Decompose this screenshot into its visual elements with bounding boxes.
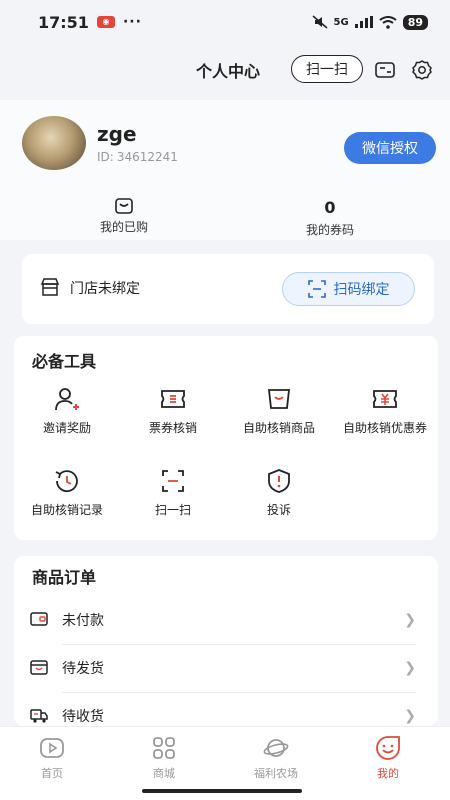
user-id: ID: 34612241	[97, 150, 178, 164]
tab-label: 商城	[153, 767, 175, 780]
avatar[interactable]	[22, 116, 86, 170]
tool-ticket-redeem[interactable]: 票券核销	[120, 386, 226, 436]
purchases-icon	[115, 198, 133, 214]
home-indicator[interactable]	[142, 789, 302, 793]
grid-icon	[153, 737, 175, 759]
battery-level: 89	[402, 14, 428, 30]
tab-welfare-farm[interactable]: 福利农场	[236, 735, 316, 781]
my-coupons-label: 我的券码	[305, 223, 354, 237]
my-coupons-count: 0	[324, 198, 336, 217]
tool-label: 邀请奖励	[42, 421, 91, 435]
member-card-icon[interactable]	[374, 59, 396, 81]
product-icon	[267, 389, 291, 409]
tab-home[interactable]: 首页	[12, 735, 92, 781]
scan-bind-button[interactable]: 扫码绑定	[282, 272, 415, 306]
page-header: 个人中心 扫一扫	[0, 44, 450, 94]
tool-label: 票券核销	[148, 421, 197, 435]
user-id-value: 34612241	[116, 150, 178, 164]
tool-label: 投诉	[266, 503, 291, 517]
order-to-ship[interactable]: 待发货 ❯	[14, 644, 438, 692]
my-purchases-stat[interactable]: 我的已购	[64, 198, 184, 235]
tool-self-redeem-product[interactable]: 自助核销商品	[226, 386, 332, 436]
network-type: 5G	[333, 16, 349, 28]
scan-frame-icon	[307, 280, 326, 298]
store-icon	[40, 278, 60, 296]
tool-scan[interactable]: 扫一扫	[120, 468, 226, 518]
status-left: 17:51 ◉ ···	[38, 13, 142, 32]
wifi-icon	[379, 15, 397, 29]
status-time: 17:51	[38, 12, 89, 32]
store-binding-card: 门店未绑定 扫码绑定	[22, 254, 434, 324]
chevron-right-icon: ❯	[404, 708, 416, 724]
username: zge	[97, 122, 137, 146]
planet-icon	[263, 739, 289, 757]
invite-icon	[55, 388, 79, 411]
order-status-label: 未付款	[62, 613, 104, 629]
orders-title: 商品订单	[32, 568, 97, 587]
tab-label: 福利农场	[254, 767, 298, 780]
order-unpaid[interactable]: 未付款 ❯	[14, 596, 438, 644]
play-icon	[40, 738, 64, 758]
profile-section: zge ID: 34612241 微信授权 我的已购 0 我的券码	[0, 100, 450, 240]
tool-label: 自助核销商品	[242, 421, 315, 435]
scan-button[interactable]: 扫一扫	[291, 55, 363, 83]
tools-card: 必备工具 邀请奖励 票券核销 自助核销商品 自助核销优惠券 自助核销记录 扫一扫…	[14, 336, 438, 540]
scan-bind-label: 扫码绑定	[333, 282, 390, 298]
mute-icon	[312, 15, 328, 29]
tab-mine[interactable]: 我的	[348, 735, 428, 781]
wallet-icon	[30, 612, 48, 626]
truck-icon	[30, 709, 48, 723]
status-bar: 17:51 ◉ ··· 5G 89	[0, 0, 450, 44]
ticket-icon	[161, 390, 185, 408]
wechat-authorize-button[interactable]: 微信授权	[344, 132, 436, 164]
smile-icon	[376, 736, 400, 760]
tool-self-redeem-history[interactable]: 自助核销记录	[14, 468, 120, 518]
box-icon	[30, 660, 48, 675]
my-coupons-stat[interactable]: 0 我的券码	[270, 198, 390, 238]
tool-label: 自助核销记录	[30, 503, 103, 517]
page-title: 个人中心	[196, 62, 261, 81]
complaint-icon	[268, 469, 290, 493]
chevron-right-icon: ❯	[404, 660, 416, 676]
scan-icon	[162, 470, 184, 492]
order-status-label: 待收货	[62, 709, 104, 725]
tool-label: 扫一扫	[154, 503, 191, 517]
tab-label: 首页	[41, 767, 63, 780]
more-notifications-icon: ···	[122, 14, 142, 30]
tool-complaint[interactable]: 投诉	[226, 468, 332, 518]
settings-gear-icon[interactable]	[411, 59, 433, 81]
tool-invite-reward[interactable]: 邀请奖励	[14, 386, 120, 436]
my-purchases-label: 我的已购	[99, 220, 148, 234]
tab-mall[interactable]: 商城	[124, 735, 204, 781]
order-status-label: 待发货	[62, 661, 104, 677]
chevron-right-icon: ❯	[404, 612, 416, 628]
status-right: 5G 89	[312, 14, 428, 30]
store-status-label: 门店未绑定	[70, 281, 140, 297]
user-id-prefix: ID:	[97, 150, 114, 164]
coupon-icon	[373, 390, 397, 408]
notification-badge-icon: ◉	[96, 16, 115, 28]
tools-title: 必备工具	[32, 352, 97, 371]
signal-icon	[354, 16, 373, 28]
orders-card: 商品订单 未付款 ❯ 待发货 ❯ 待收货 ❯	[14, 556, 438, 726]
history-icon	[55, 470, 78, 493]
tab-label: 我的	[377, 767, 399, 780]
tool-self-redeem-coupon[interactable]: 自助核销优惠券	[332, 386, 438, 436]
tool-label: 自助核销优惠券	[342, 421, 427, 435]
